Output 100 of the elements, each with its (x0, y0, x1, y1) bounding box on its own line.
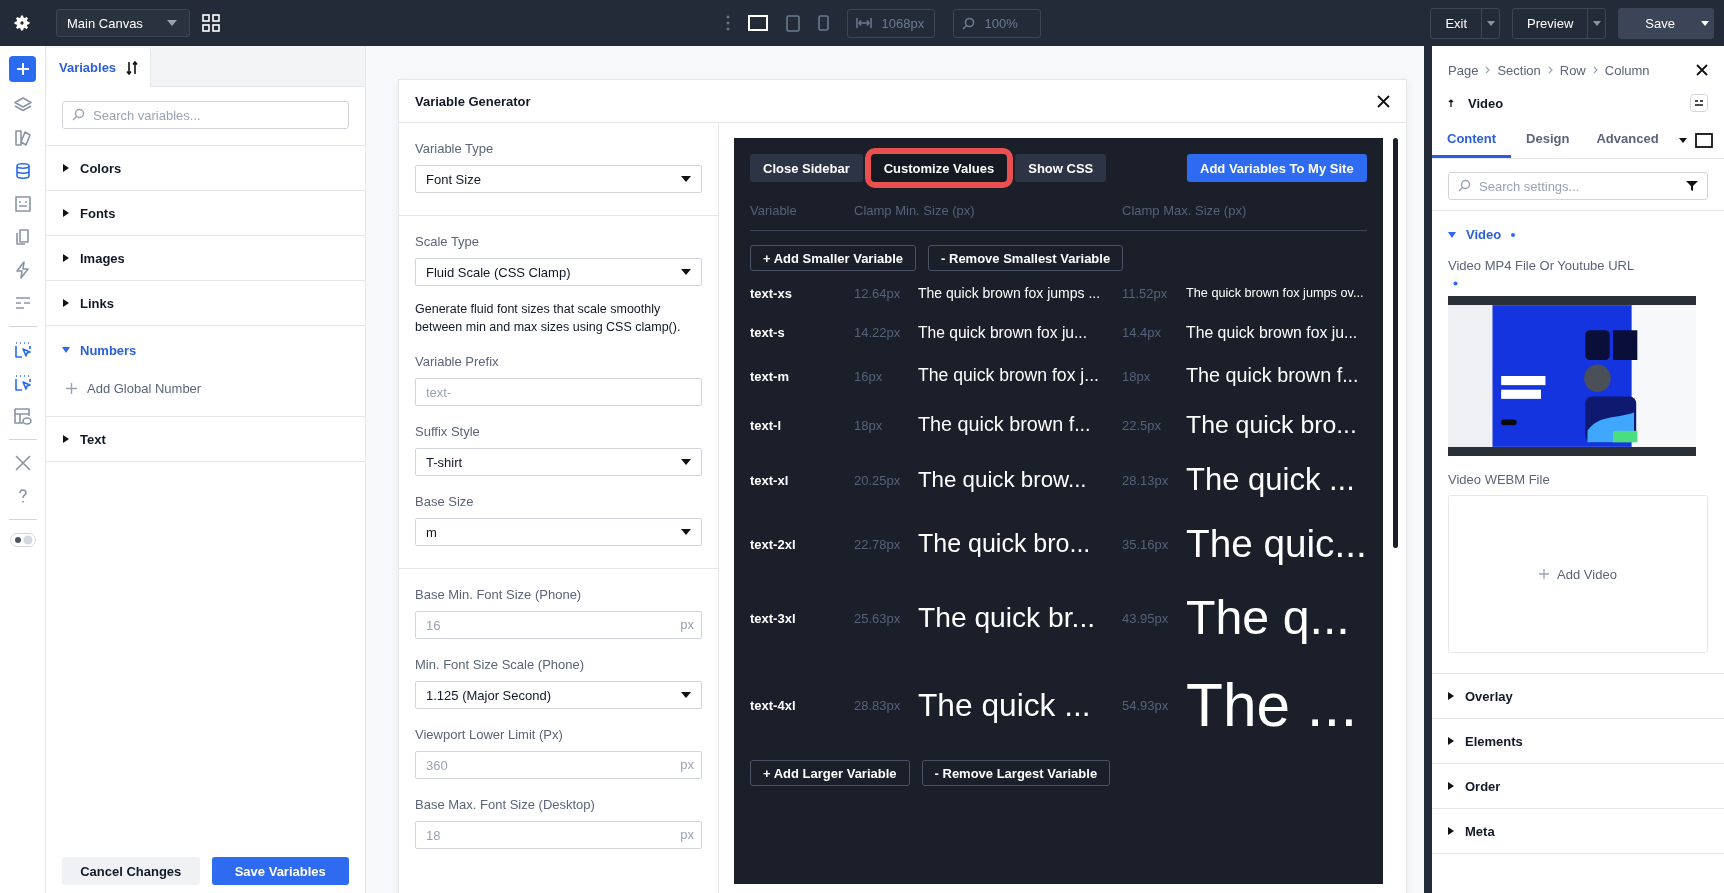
module-title: Video (1468, 95, 1504, 111)
max-size-preview: The quick brown fox jumps ov... (1186, 286, 1365, 301)
min-size-value: 16px (854, 368, 884, 384)
toggle-switch[interactable] (9, 533, 36, 547)
tab[interactable]: Design (1511, 122, 1582, 158)
search-icon (72, 108, 85, 121)
breadcrumb-link[interactable]: Row (1559, 62, 1586, 78)
search-field[interactable]: Search settings... (1448, 172, 1708, 200)
breadcrumb-link[interactable]: Column (1604, 62, 1650, 78)
accordion-header[interactable]: Fonts (46, 191, 365, 235)
caret-icon (1448, 692, 1455, 700)
close-icon[interactable] (1376, 94, 1390, 108)
scrollbar[interactable] (1392, 138, 1398, 548)
accordion-header[interactable]: Overlay (1432, 674, 1513, 718)
max-size-preview: The quick brown fox ju... (1186, 323, 1359, 342)
chevron-icon (1547, 66, 1553, 74)
min-size-value: 22.78px (854, 536, 902, 552)
options-icon[interactable] (1690, 94, 1708, 112)
tools-icon[interactable] (12, 453, 33, 473)
max-size-value: 54.93px (1122, 697, 1170, 713)
accordion-header[interactable]: Order (1432, 764, 1501, 808)
status-dot-icon (1511, 232, 1516, 237)
plus-icon (66, 382, 77, 394)
max-size-value: 35.16px (1122, 536, 1170, 552)
min-size-value: 18px (854, 417, 884, 433)
min-size-value: 28.83px (854, 697, 902, 713)
save-button[interactable]: Save Variables (211, 857, 349, 885)
add-variables-button[interactable]: Add Variables To My Site (1187, 154, 1367, 182)
breadcrumb-link[interactable]: Section (1497, 62, 1541, 78)
tab[interactable]: Show CSS (1015, 154, 1107, 182)
canvas-dropdown[interactable]: Main Canvas (56, 9, 190, 37)
max-size-preview: The quick bro... (1186, 411, 1358, 439)
upload-area[interactable]: Add Video (1448, 495, 1708, 653)
max-size-value: 22.5px (1122, 417, 1163, 433)
caret-icon (1448, 827, 1455, 835)
accordion-header[interactable]: Numbers (46, 326, 365, 374)
close-icon[interactable] (1696, 64, 1708, 76)
field-label: Min. Font Size Scale (Phone) (415, 657, 586, 673)
search-icon (1458, 179, 1471, 192)
sort-icon[interactable] (126, 60, 139, 75)
dropdown[interactable]: Fluid Scale (CSS Clamp) (415, 258, 702, 286)
max-size-value: 14.4px (1122, 325, 1163, 340)
outline-button[interactable]: + Add Smaller Variable (750, 245, 917, 271)
phone-icon[interactable] (817, 15, 829, 31)
dropdown[interactable]: Font Size (415, 165, 702, 193)
min-size-preview: The quick brown fox ju... (918, 323, 1088, 342)
accordion-header[interactable]: Colors (46, 146, 365, 190)
min-size-preview: The quick bro... (918, 530, 1092, 558)
max-size-value: 11.52px (1122, 286, 1169, 301)
field-label: Base Size (415, 494, 475, 510)
caret-icon (681, 692, 691, 699)
min-size-value: 25.63px (854, 610, 902, 626)
drag-handle-icon[interactable] (725, 15, 730, 31)
accordion-header[interactable]: Elements (1432, 719, 1523, 763)
accordion-header[interactable]: Video (1448, 227, 1516, 242)
outline-button[interactable]: - Remove Smallest Variable (928, 245, 1124, 271)
variable-name: text-l (750, 417, 783, 433)
unit-label: px (680, 617, 694, 633)
add-link[interactable]: Add Global Number (46, 374, 202, 402)
search-field[interactable]: Search variables... (62, 101, 349, 129)
cursor-frame-icon[interactable] (12, 373, 33, 393)
tab[interactable]: Advanced (1581, 122, 1671, 158)
outline-button[interactable]: - Remove Largest Variable (921, 760, 1111, 786)
tab[interactable]: Content (1432, 122, 1512, 158)
dropdown[interactable]: T-shirt (415, 448, 702, 477)
caret-icon (681, 459, 691, 466)
dropdown[interactable]: m (415, 518, 702, 547)
input-field[interactable]: text- (415, 378, 702, 407)
min-size-preview: The quick brown fox jumps ... (918, 285, 1102, 302)
variable-name: text-3xl (750, 610, 797, 626)
caret-icon (62, 299, 70, 307)
min-size-preview: The quick brown fox j... (918, 366, 1100, 386)
breadcrumb-link[interactable]: Page (1448, 62, 1479, 78)
modal-title: Variable Generator (415, 93, 531, 109)
desktop-icon[interactable] (1694, 132, 1713, 148)
caret-icon (62, 346, 70, 354)
accordion-header[interactable]: Text (46, 417, 365, 461)
add-button[interactable] (9, 56, 36, 82)
accordion-header[interactable]: Images (46, 236, 365, 280)
accordion-header[interactable]: Meta (1432, 809, 1495, 853)
dropdown[interactable]: 1.125 (Major Second) (415, 681, 702, 710)
cancel-button[interactable]: Cancel Changes (62, 857, 200, 885)
min-size-value: 12.64px (854, 286, 902, 301)
layout-icon[interactable] (12, 406, 33, 426)
column-header: Clamp Min. Size (px) (854, 202, 976, 218)
tablet-icon[interactable] (785, 14, 800, 32)
caret-icon (681, 176, 691, 182)
variable-name: text-4xl (750, 697, 797, 713)
tab[interactable]: Close Sidebar (750, 154, 863, 182)
accordion-header[interactable]: Links (46, 281, 365, 325)
caret-icon[interactable] (1678, 137, 1687, 143)
column-header: Clamp Max. Size (px) (1122, 202, 1248, 218)
grid-icon[interactable] (201, 14, 220, 32)
library-icon[interactable] (12, 128, 33, 148)
cursor-frame-icon[interactable] (12, 340, 33, 360)
filter-icon[interactable] (1686, 180, 1698, 192)
variables-tab[interactable]: Variables (47, 48, 152, 87)
settings-icon[interactable] (12, 13, 32, 33)
field-label: Video MP4 File Or Youtube URL (1448, 258, 1636, 273)
outline-button[interactable]: + Add Larger Variable (750, 760, 910, 786)
